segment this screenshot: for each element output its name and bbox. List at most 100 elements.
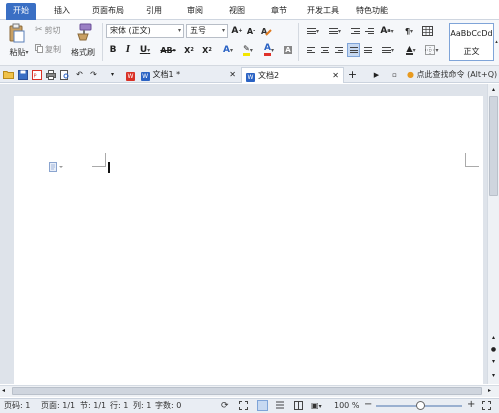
restore-window-icon[interactable]: ▫ <box>389 69 400 80</box>
format-painter-button[interactable]: 格式刷 <box>69 46 97 58</box>
tab-insert[interactable]: 插入 <box>50 3 74 20</box>
character-shading-icon[interactable]: A <box>282 43 294 57</box>
paste-button[interactable]: 粘贴 ▾ <box>4 46 34 58</box>
numbering-button[interactable]: ▾ <box>325 24 345 38</box>
outline-view-icon[interactable] <box>276 401 284 413</box>
cut-button[interactable]: ✂ 剪切 <box>35 24 69 36</box>
change-case-button[interactable]: Aa ▾ <box>378 24 396 38</box>
align-center-icon[interactable] <box>319 43 331 57</box>
redo-icon[interactable]: ↷ <box>88 69 99 80</box>
style-normal[interactable]: AaBbCcDd 正文 <box>449 23 494 61</box>
show-marks-button[interactable]: ¶ ▾ <box>401 24 417 38</box>
vertical-scroll-thumb[interactable] <box>489 96 498 196</box>
find-command-box[interactable]: ● 点此查找命令 (Alt+Q) <box>407 68 497 82</box>
web-layout-icon: ▣ <box>311 401 319 410</box>
export-pdf-icon[interactable]: P <box>31 69 42 80</box>
table-grid-icon[interactable] <box>420 24 434 38</box>
chevron-down-icon: ▾ <box>390 46 394 54</box>
vertical-scrollbar[interactable]: ▴ ▴ ● ▾ ▾ <box>487 84 499 384</box>
zoom-in-icon[interactable]: + <box>467 398 475 412</box>
zoom-out-icon[interactable]: − <box>364 398 372 412</box>
chevron-down-icon: ▾ <box>318 403 322 410</box>
document-tab-active[interactable]: W 文档2 ✕ <box>241 67 344 83</box>
highlight-button[interactable]: ✎ ▾ <box>239 43 257 57</box>
page-view-icon[interactable] <box>257 400 268 411</box>
status-column: 列: 1 <box>133 401 152 410</box>
line-spacing-button[interactable]: ▾ <box>378 43 398 57</box>
distributed-align-icon[interactable] <box>362 43 374 57</box>
scroll-left-icon[interactable]: ◂ <box>2 387 10 396</box>
tab-review[interactable]: 审阅 <box>183 3 207 20</box>
copy-button[interactable]: 复制 <box>35 43 69 55</box>
grow-font-button[interactable]: A + <box>231 24 243 38</box>
status-row: 行: 1 <box>110 401 129 410</box>
tab-section[interactable]: 章节 <box>267 3 291 20</box>
zoom-slider-handle[interactable] <box>416 401 425 410</box>
subscript-button[interactable]: X2 <box>200 43 214 57</box>
justify-icon[interactable] <box>347 43 360 57</box>
select-browse-object-icon[interactable]: ● <box>490 346 497 356</box>
save-icon[interactable] <box>17 69 28 80</box>
underline-button[interactable]: U ▾ <box>138 43 152 57</box>
reading-view-icon[interactable] <box>294 401 303 413</box>
scroll-right-icon[interactable]: ▸ <box>488 387 496 396</box>
horizontal-scrollbar[interactable]: ◂ ▸ <box>0 385 499 397</box>
fit-window-icon[interactable] <box>482 401 491 413</box>
status-bar: 页码: 1 页面: 1/1 节: 1/1 行: 1 列: 1 字数: 0 ⟳ ▣… <box>0 398 499 413</box>
full-screen-icon[interactable] <box>239 401 248 413</box>
font-size-select[interactable]: 五号 ▾ <box>186 24 228 38</box>
shading-button[interactable]: ▲ ▾ <box>401 43 421 57</box>
font-color-button[interactable]: A ▾ <box>260 43 278 57</box>
tab-developer[interactable]: 开发工具 <box>303 3 343 20</box>
horizontal-scroll-thumb[interactable] <box>12 387 482 395</box>
previous-page-icon[interactable]: ▴ <box>490 334 497 344</box>
shrink-font-button[interactable]: A- <box>245 24 257 38</box>
tab-home[interactable]: 开始 <box>6 3 36 20</box>
style-name: 正文 <box>463 47 480 56</box>
format-painter-icon[interactable] <box>72 22 94 42</box>
text-effect-button[interactable]: A ▾ <box>219 43 237 57</box>
font-family-select[interactable]: 宋体 (正文) ▾ <box>106 24 184 38</box>
revision-icon[interactable]: ⟳ <box>221 399 229 413</box>
next-page-icon[interactable]: ▾ <box>490 358 497 368</box>
style-gallery-scroll[interactable]: ▴ <box>494 23 499 61</box>
scroll-down-icon[interactable]: ▾ <box>490 372 497 380</box>
align-left-icon[interactable] <box>305 43 317 57</box>
scroll-up-icon[interactable]: ▴ <box>490 86 497 94</box>
document-tab[interactable]: W W 文档1 * ✕ <box>122 67 240 83</box>
chevron-down-icon[interactable]: ▶ <box>371 69 382 80</box>
tab-references[interactable]: 引用 <box>142 3 166 20</box>
tab-special-features[interactable]: 特色功能 <box>352 3 392 20</box>
italic-button[interactable]: I <box>122 43 134 57</box>
close-icon[interactable]: ✕ <box>332 68 339 83</box>
paste-icon[interactable] <box>6 22 28 44</box>
style-preview-text: AaBbCcDd <box>450 29 493 38</box>
new-tab-plus-icon[interactable]: + <box>347 68 358 81</box>
clear-format-icon[interactable]: A <box>260 24 272 38</box>
print-preview-icon[interactable] <box>59 69 70 80</box>
open-folder-icon[interactable] <box>3 69 14 80</box>
borders-button[interactable]: ▾ <box>422 43 442 57</box>
status-word-count[interactable]: 字数: 0 <box>155 399 181 413</box>
status-pages[interactable]: 页面: 1/1 <box>41 399 75 413</box>
superscript-button[interactable]: X2 <box>182 43 196 57</box>
decrease-indent-icon[interactable] <box>349 24 361 38</box>
document-page[interactable] <box>14 96 483 384</box>
paragraph-marker-icon[interactable] <box>49 162 63 172</box>
increase-indent-icon[interactable] <box>363 24 375 38</box>
zoom-level[interactable]: 100 % <box>334 399 359 413</box>
web-layout-button[interactable]: ▣▾ <box>311 399 322 413</box>
status-page-number[interactable]: 页码: 1 <box>4 399 30 413</box>
chevron-down-icon: ▾ <box>435 46 439 54</box>
close-icon[interactable]: ✕ <box>229 67 236 82</box>
bullets-button[interactable]: ▾ <box>303 24 323 38</box>
print-icon[interactable] <box>45 69 56 80</box>
customize-toolbar-icon[interactable]: ▾ <box>107 69 118 80</box>
strikethrough-button[interactable]: AB ▾ <box>158 43 178 57</box>
bold-button[interactable]: B <box>107 43 119 57</box>
tab-view[interactable]: 视图 <box>225 3 249 20</box>
tab-page-layout[interactable]: 页面布局 <box>88 3 128 20</box>
status-section[interactable]: 节: 1/1 <box>80 399 106 413</box>
align-right-icon[interactable] <box>333 43 345 57</box>
undo-icon[interactable]: ↶ <box>74 69 85 80</box>
